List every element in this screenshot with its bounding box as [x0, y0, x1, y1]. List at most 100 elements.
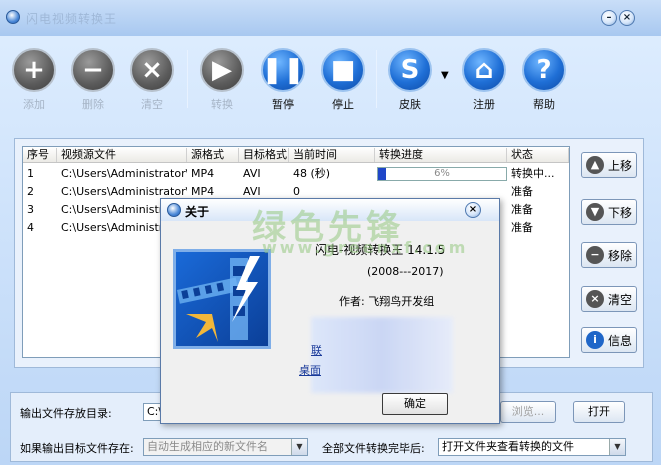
chevron-down-icon: ▼	[291, 439, 307, 455]
cell-file: C:\Users\Administrator\Desk...	[61, 167, 187, 180]
header-target-format[interactable]: 目标格式	[239, 148, 289, 162]
exists-option-select[interactable]: 自动生成相应的新文件名 ▼	[143, 438, 308, 456]
close-icon[interactable]: ×	[619, 10, 635, 26]
toolbar-separator	[187, 50, 188, 108]
remove-item-label: 移除	[608, 248, 633, 263]
arrow-up-icon: ▲	[586, 156, 604, 174]
help-icon: ?	[522, 48, 566, 92]
skin-label: 皮肤	[399, 98, 421, 111]
exists-option-label: 如果输出目标文件存在:	[20, 442, 134, 455]
cell-file: C:\Users\Administrator\Desk	[61, 185, 187, 198]
add-button[interactable]: + 添加	[9, 48, 59, 112]
desktop-link[interactable]: 桌面	[299, 362, 321, 378]
clear-list-label: 清空	[608, 292, 633, 307]
remove-label: 删除	[82, 98, 104, 111]
chevron-down-icon: ▼	[609, 439, 625, 455]
skin-dropdown-icon[interactable]: ▼	[441, 70, 449, 81]
header-source-format[interactable]: 源格式	[187, 148, 239, 162]
clear-button[interactable]: × 清空	[127, 48, 177, 112]
cell-dst: AVI	[243, 167, 261, 180]
minimize-icon[interactable]: –	[601, 10, 617, 26]
remove-button[interactable]: − 删除	[68, 48, 118, 112]
copyright-years: (2008---2017)	[367, 265, 444, 278]
plus-icon: +	[12, 48, 56, 92]
cell-index: 2	[27, 185, 34, 198]
help-label: 帮助	[533, 98, 555, 111]
move-down-button[interactable]: ▼ 下移	[581, 199, 637, 225]
minus-icon: −	[586, 246, 604, 264]
minus-icon: −	[71, 48, 115, 92]
convert-label: 转换	[211, 98, 233, 111]
stop-icon: ■	[321, 48, 365, 92]
skin-button[interactable]: S 皮肤	[385, 48, 435, 112]
cell-src: MP4	[191, 185, 215, 198]
stop-label: 停止	[332, 98, 354, 111]
ok-button[interactable]: 确定	[382, 393, 448, 415]
header-index[interactable]: 序号	[23, 148, 57, 162]
after-convert-select[interactable]: 打开文件夹查看转换的文件 ▼	[438, 438, 626, 456]
open-folder-button[interactable]: 打开	[573, 401, 625, 423]
register-label: 注册	[473, 98, 495, 111]
clear-label: 清空	[141, 98, 163, 111]
app-logo-icon	[167, 203, 181, 217]
after-convert-label: 全部文件转换完毕后:	[322, 442, 425, 455]
skin-icon: S	[388, 48, 432, 92]
progress-text: 6%	[434, 168, 450, 179]
clear-list-button[interactable]: × 清空	[581, 286, 637, 312]
cell-index: 1	[27, 167, 34, 180]
title-bar: 闪电视频转换王 – ×	[0, 0, 661, 36]
register-button[interactable]: ⌂ 注册	[459, 48, 509, 112]
cell-index: 3	[27, 203, 34, 216]
x-icon: ×	[130, 48, 174, 92]
redacted-area	[311, 317, 453, 393]
help-button[interactable]: ? 帮助	[519, 48, 569, 112]
cell-status: 转换中...	[511, 167, 555, 180]
toolbar-separator	[376, 50, 377, 108]
watermark-url: www.greenxf.com	[262, 238, 469, 257]
info-icon: i	[586, 331, 604, 349]
cell-status: 准备	[511, 185, 533, 198]
dialog-title: 关于	[185, 205, 210, 219]
cell-dst: AVI	[243, 185, 261, 198]
cell-time: 0	[293, 185, 300, 198]
remove-item-button[interactable]: − 移除	[581, 242, 637, 268]
cell-status: 准备	[511, 203, 533, 216]
move-up-button[interactable]: ▲ 上移	[581, 152, 637, 178]
play-icon: ▶	[200, 48, 244, 92]
window-title: 闪电视频转换王	[26, 12, 118, 26]
progress-bar: 6%	[377, 167, 507, 181]
cell-time: 48 (秒)	[293, 167, 331, 180]
author-text: 作者: 飞翔鸟开发组	[339, 295, 435, 308]
table-row[interactable]: 1 C:\Users\Administrator\Desk... MP4 AVI…	[23, 165, 569, 183]
product-logo	[173, 249, 271, 349]
x-icon: ×	[586, 290, 604, 308]
exists-option-value: 自动生成相应的新文件名	[147, 440, 268, 453]
cell-index: 4	[27, 221, 34, 234]
home-icon: ⌂	[462, 48, 506, 92]
film-lightning-icon	[176, 256, 260, 342]
stop-button[interactable]: ■ 停止	[318, 48, 368, 112]
cell-src: MP4	[191, 167, 215, 180]
cell-status: 准备	[511, 221, 533, 234]
browse-button[interactable]: 浏览...	[500, 401, 556, 423]
arrow-down-icon: ▼	[586, 203, 604, 221]
app-logo-icon[interactable]	[6, 10, 20, 24]
toolbar: + 添加 − 删除 × 清空 ▶ 转换 ❚❚ 暂停 ■ 停止 S 皮肤 ▼ ⌂ …	[0, 36, 661, 114]
add-label: 添加	[23, 98, 45, 111]
header-progress[interactable]: 转换进度	[375, 148, 507, 162]
info-label: 信息	[608, 333, 633, 348]
after-convert-value: 打开文件夹查看转换的文件	[442, 440, 574, 453]
header-current-time[interactable]: 当前时间	[289, 148, 375, 162]
header-source-file[interactable]: 视频源文件	[57, 148, 187, 162]
move-down-label: 下移	[608, 205, 633, 220]
app-window: 闪电视频转换王 – × + 添加 − 删除 × 清空 ▶ 转换 ❚❚ 暂停 ■ …	[0, 0, 661, 465]
output-dir-label: 输出文件存放目录:	[20, 407, 112, 420]
pause-button[interactable]: ❚❚ 暂停	[258, 48, 308, 112]
header-status[interactable]: 状态	[507, 148, 569, 162]
move-up-label: 上移	[608, 158, 633, 173]
contact-link[interactable]: 联	[311, 342, 322, 358]
pause-label: 暂停	[272, 98, 294, 111]
close-icon[interactable]: ×	[465, 202, 481, 218]
info-button[interactable]: i 信息	[581, 327, 637, 353]
convert-button[interactable]: ▶ 转换	[197, 48, 247, 112]
